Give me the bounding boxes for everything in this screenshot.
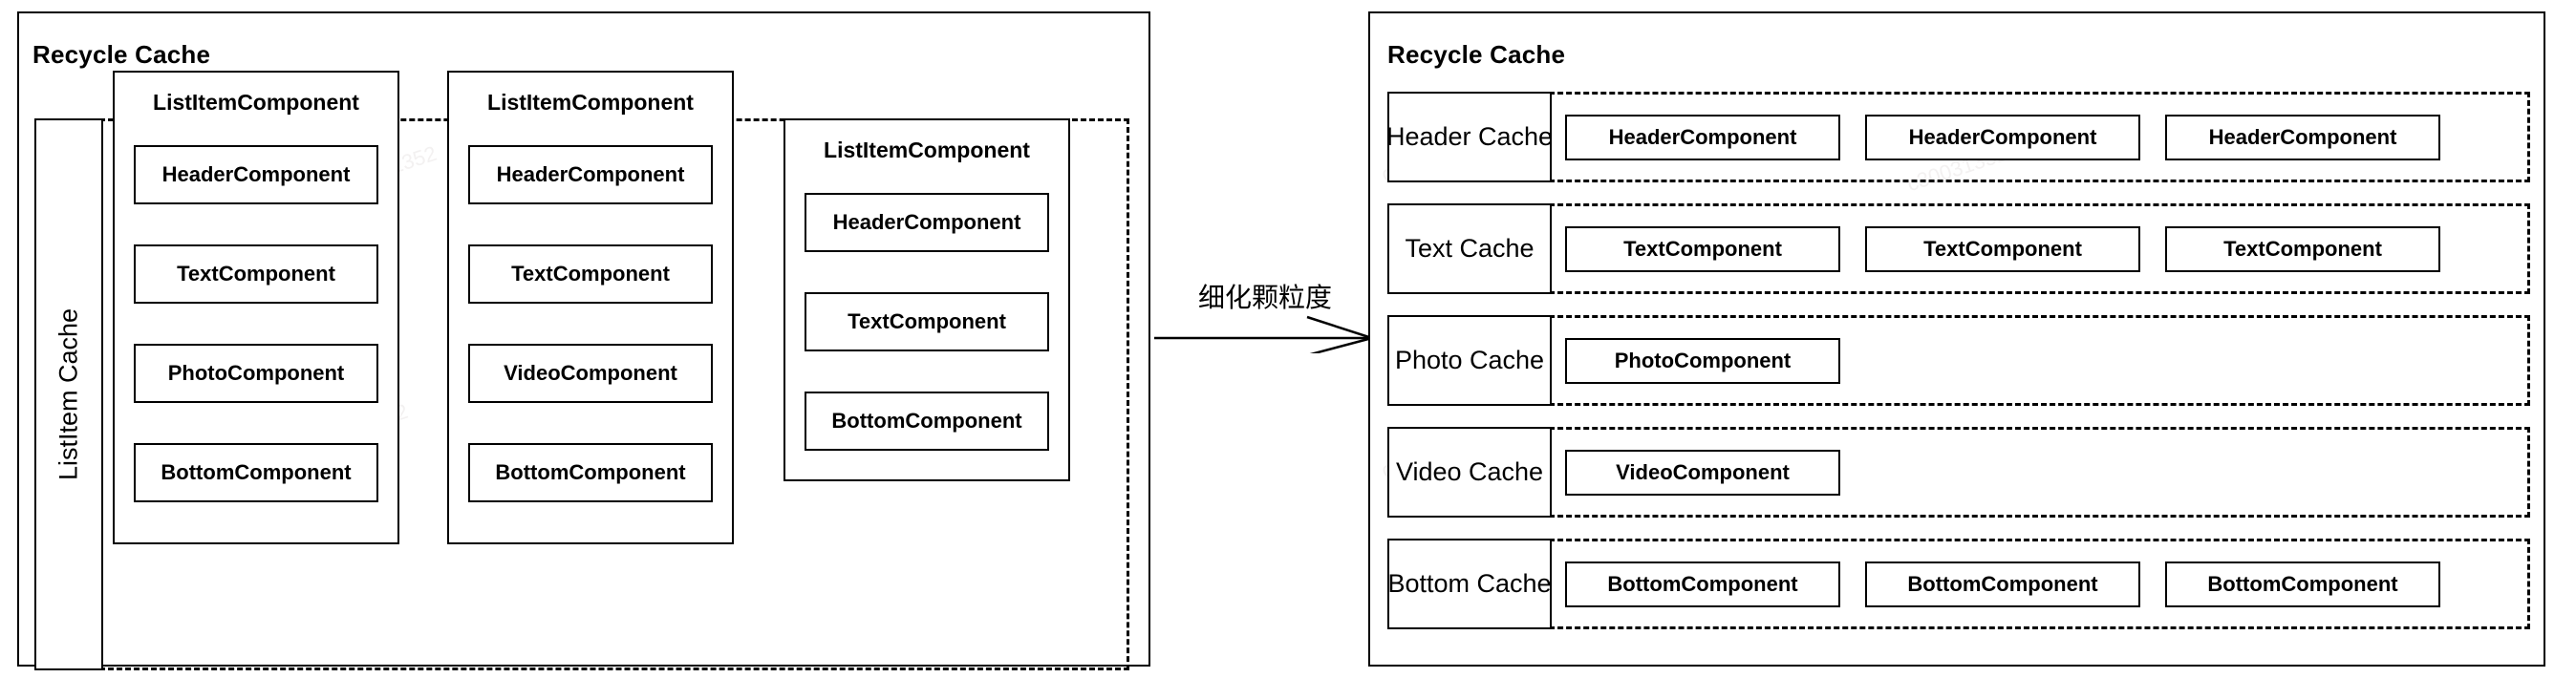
right-panel-title: Recycle Cache — [1387, 40, 1566, 69]
cache-row: Video Cache VideoComponent — [1387, 427, 2530, 518]
cache-name-box[interactable]: Text Cache — [1387, 203, 1552, 294]
cache-name-box[interactable]: Bottom Cache — [1387, 539, 1552, 629]
cache-items-list: TextComponent TextComponent TextComponen… — [1565, 203, 2530, 294]
listitem-card-title: ListItemComponent — [153, 90, 359, 115]
cache-component-box[interactable]: TextComponent — [1865, 225, 2140, 272]
cache-component-box[interactable]: BottomComponent — [1565, 561, 1840, 607]
sub-component-box[interactable]: HeaderComponent — [468, 145, 713, 204]
cache-component-box[interactable]: PhotoComponent — [1565, 337, 1840, 384]
cache-component-box[interactable]: TextComponent — [1565, 225, 1840, 272]
listitem-card-title: ListItemComponent — [824, 138, 1030, 162]
transform-arrow-label: 细化颗粒度 — [1197, 282, 1332, 313]
cache-name-box[interactable]: Photo Cache — [1387, 315, 1552, 406]
sub-component-box[interactable]: BottomComponent — [134, 443, 378, 502]
listitem-component-card[interactable]: ListItemComponent HeaderComponent TextCo… — [113, 71, 399, 544]
sub-component-box[interactable]: TextComponent — [805, 292, 1049, 351]
transform-arrow-group: 细化颗粒度 — [1154, 277, 1376, 353]
cache-component-box[interactable]: HeaderComponent — [1865, 114, 2140, 160]
cache-name-box[interactable]: Video Cache — [1387, 427, 1552, 518]
arrow-right-icon — [1154, 315, 1376, 353]
left-recycle-cache-panel: Recycle Cache c30031352 c30031352 c30031… — [17, 11, 1150, 670]
cache-row: Header Cache HeaderComponent HeaderCompo… — [1386, 92, 2530, 182]
listitem-component-card[interactable]: ListItemComponent HeaderComponent TextCo… — [447, 71, 734, 544]
cache-items-list: VideoComponent — [1565, 427, 2530, 518]
cache-items-list: BottomComponent BottomComponent BottomCo… — [1565, 539, 2530, 629]
cache-component-box[interactable]: BottomComponent — [1865, 561, 2140, 607]
cache-row: Bottom Cache BottomComponent BottomCompo… — [1387, 539, 2530, 629]
listitem-cache-label-box: ListItem Cache — [34, 118, 103, 670]
listitem-cache-label-text: ListItem Cache — [54, 307, 83, 481]
cache-component-box[interactable]: VideoComponent — [1565, 449, 1840, 496]
sub-component-box[interactable]: PhotoComponent — [134, 344, 378, 403]
sub-component-box[interactable]: VideoComponent — [468, 344, 713, 403]
sub-component-box[interactable]: HeaderComponent — [134, 145, 378, 204]
left-panel-title: Recycle Cache — [32, 40, 211, 69]
sub-component-box[interactable]: TextComponent — [468, 244, 713, 304]
cache-row: Photo Cache PhotoComponent — [1387, 315, 2530, 406]
cache-component-box[interactable]: BottomComponent — [2165, 561, 2440, 607]
sub-component-box[interactable]: HeaderComponent — [805, 193, 1049, 252]
sub-component-box[interactable]: BottomComponent — [468, 443, 713, 502]
sub-component-box[interactable]: TextComponent — [134, 244, 378, 304]
cache-items-list: PhotoComponent — [1565, 315, 2530, 406]
cache-items-list: HeaderComponent HeaderComponent HeaderCo… — [1565, 92, 2530, 182]
cache-component-box[interactable]: HeaderComponent — [2165, 114, 2440, 160]
sub-component-box[interactable]: BottomComponent — [805, 392, 1049, 451]
cache-component-box[interactable]: HeaderComponent — [1565, 114, 1840, 160]
cache-row: Text Cache TextComponent TextComponent T… — [1387, 203, 2530, 294]
cache-name-box[interactable]: Header Cache — [1386, 92, 1553, 182]
right-recycle-cache-panel: Recycle Cache c30031352 c30031352 c30031… — [1368, 11, 2545, 667]
listitem-component-card[interactable]: ListItemComponent HeaderComponent TextCo… — [784, 118, 1070, 481]
cache-component-box[interactable]: TextComponent — [2165, 225, 2440, 272]
listitem-card-title: ListItemComponent — [487, 90, 694, 115]
